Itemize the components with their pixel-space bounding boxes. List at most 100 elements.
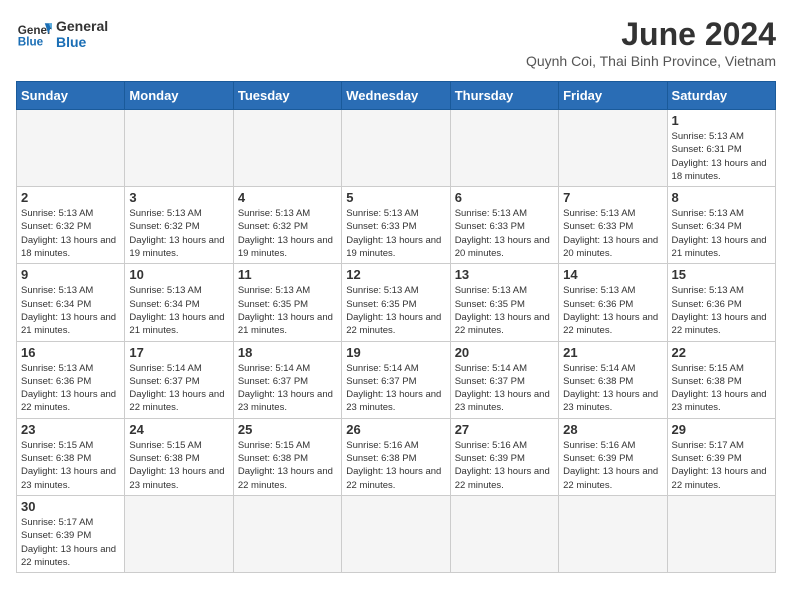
day-cell: 30 Sunrise: 5:17 AM Sunset: 6:39 PM Dayli… [17, 495, 125, 572]
day-cell [342, 495, 450, 572]
day-cell [233, 110, 341, 187]
day-cell [233, 495, 341, 572]
day-cell: 27Sunrise: 5:16 AM Sunset: 6:39 PM Dayli… [450, 418, 558, 495]
day-cell: 17Sunrise: 5:14 AM Sunset: 6:37 PM Dayli… [125, 341, 233, 418]
day-info: Sunrise: 5:13 AM Sunset: 6:32 PM Dayligh… [238, 207, 337, 260]
day-info: Sunrise: 5:13 AM Sunset: 6:36 PM Dayligh… [21, 362, 120, 415]
day-cell: 23 Sunrise: 5:15 AM Sunset: 6:38 PM Dayli… [17, 418, 125, 495]
day-cell: 15Sunrise: 5:13 AM Sunset: 6:36 PM Dayli… [667, 264, 775, 341]
day-cell: 4 Sunrise: 5:13 AM Sunset: 6:32 PM Daylig… [233, 187, 341, 264]
day-number: 14 [563, 267, 662, 282]
day-info: Sunrise: 5:13 AM Sunset: 6:33 PM Dayligh… [455, 207, 554, 260]
week-row-6: 30 Sunrise: 5:17 AM Sunset: 6:39 PM Dayli… [17, 495, 776, 572]
page-header: General Blue General Blue June 2024 Quyn… [16, 16, 776, 69]
day-cell: 2Sunrise: 5:13 AM Sunset: 6:32 PM Daylig… [17, 187, 125, 264]
day-number: 23 [21, 422, 120, 437]
day-cell: 7Sunrise: 5:13 AM Sunset: 6:33 PM Daylig… [559, 187, 667, 264]
day-number: 4 [238, 190, 337, 205]
day-info: Sunrise: 5:13 AM Sunset: 6:34 PM Dayligh… [21, 284, 120, 337]
day-number: 21 [563, 345, 662, 360]
calendar-table: SundayMondayTuesdayWednesdayThursdayFrid… [16, 81, 776, 573]
day-number: 12 [346, 267, 445, 282]
day-number: 18 [238, 345, 337, 360]
day-cell: 24 Sunrise: 5:15 AM Sunset: 6:38 PM Dayli… [125, 418, 233, 495]
weekday-header-monday: Monday [125, 82, 233, 110]
day-number: 30 [21, 499, 120, 514]
day-info: Sunrise: 5:13 AM Sunset: 6:32 PM Dayligh… [21, 207, 120, 260]
day-number: 16 [21, 345, 120, 360]
day-info: Sunrise: 5:13 AM Sunset: 6:32 PM Dayligh… [129, 207, 228, 260]
day-number: 24 [129, 422, 228, 437]
day-cell: 6Sunrise: 5:13 AM Sunset: 6:33 PM Daylig… [450, 187, 558, 264]
day-number: 8 [672, 190, 771, 205]
day-number: 26 [346, 422, 445, 437]
day-cell: 10 Sunrise: 5:13 AM Sunset: 6:34 PM Dayli… [125, 264, 233, 341]
weekday-header-wednesday: Wednesday [342, 82, 450, 110]
logo: General Blue General Blue [16, 16, 108, 52]
day-cell [342, 110, 450, 187]
day-cell: 13Sunrise: 5:13 AM Sunset: 6:35 PM Dayli… [450, 264, 558, 341]
day-number: 29 [672, 422, 771, 437]
title-area: June 2024 Quynh Coi, Thai Binh Province,… [526, 16, 776, 69]
day-cell [450, 110, 558, 187]
day-cell: 18 Sunrise: 5:14 AM Sunset: 6:37 PM Dayli… [233, 341, 341, 418]
day-info: Sunrise: 5:15 AM Sunset: 6:38 PM Dayligh… [238, 439, 337, 492]
day-number: 11 [238, 267, 337, 282]
day-number: 22 [672, 345, 771, 360]
day-number: 5 [346, 190, 445, 205]
week-row-4: 16 Sunrise: 5:13 AM Sunset: 6:36 PM Dayli… [17, 341, 776, 418]
day-number: 19 [346, 345, 445, 360]
day-cell: 21 Sunrise: 5:14 AM Sunset: 6:38 PM Dayli… [559, 341, 667, 418]
week-row-3: 9Sunrise: 5:13 AM Sunset: 6:34 PM Daylig… [17, 264, 776, 341]
day-number: 25 [238, 422, 337, 437]
day-cell [450, 495, 558, 572]
day-cell: 8 Sunrise: 5:13 AM Sunset: 6:34 PM Daylig… [667, 187, 775, 264]
day-info: Sunrise: 5:13 AM Sunset: 6:33 PM Dayligh… [563, 207, 662, 260]
day-cell: 5 Sunrise: 5:13 AM Sunset: 6:33 PM Daylig… [342, 187, 450, 264]
month-year-title: June 2024 [526, 16, 776, 53]
day-cell [559, 110, 667, 187]
day-info: Sunrise: 5:14 AM Sunset: 6:38 PM Dayligh… [563, 362, 662, 415]
day-info: Sunrise: 5:17 AM Sunset: 6:39 PM Dayligh… [21, 516, 120, 569]
day-cell: 1 Sunrise: 5:13 AM Sunset: 6:31 PM Daylig… [667, 110, 775, 187]
day-cell: 9Sunrise: 5:13 AM Sunset: 6:34 PM Daylig… [17, 264, 125, 341]
day-cell: 26 Sunrise: 5:16 AM Sunset: 6:38 PM Dayli… [342, 418, 450, 495]
logo-icon: General Blue [16, 16, 52, 52]
day-info: Sunrise: 5:14 AM Sunset: 6:37 PM Dayligh… [238, 362, 337, 415]
day-number: 1 [672, 113, 771, 128]
day-info: Sunrise: 5:15 AM Sunset: 6:38 PM Dayligh… [129, 439, 228, 492]
week-row-5: 23 Sunrise: 5:15 AM Sunset: 6:38 PM Dayli… [17, 418, 776, 495]
day-cell: 28Sunrise: 5:16 AM Sunset: 6:39 PM Dayli… [559, 418, 667, 495]
day-cell [17, 110, 125, 187]
day-cell [125, 110, 233, 187]
weekday-header-friday: Friday [559, 82, 667, 110]
day-number: 28 [563, 422, 662, 437]
day-info: Sunrise: 5:13 AM Sunset: 6:36 PM Dayligh… [672, 284, 771, 337]
weekday-header-thursday: Thursday [450, 82, 558, 110]
day-info: Sunrise: 5:13 AM Sunset: 6:34 PM Dayligh… [129, 284, 228, 337]
day-info: Sunrise: 5:13 AM Sunset: 6:36 PM Dayligh… [563, 284, 662, 337]
day-number: 3 [129, 190, 228, 205]
day-info: Sunrise: 5:14 AM Sunset: 6:37 PM Dayligh… [346, 362, 445, 415]
weekday-header-row: SundayMondayTuesdayWednesdayThursdayFrid… [17, 82, 776, 110]
day-number: 10 [129, 267, 228, 282]
day-info: Sunrise: 5:13 AM Sunset: 6:35 PM Dayligh… [238, 284, 337, 337]
day-cell: 12Sunrise: 5:13 AM Sunset: 6:35 PM Dayli… [342, 264, 450, 341]
day-info: Sunrise: 5:14 AM Sunset: 6:37 PM Dayligh… [455, 362, 554, 415]
day-cell: 22Sunrise: 5:15 AM Sunset: 6:38 PM Dayli… [667, 341, 775, 418]
location-subtitle: Quynh Coi, Thai Binh Province, Vietnam [526, 53, 776, 69]
day-cell [125, 495, 233, 572]
day-info: Sunrise: 5:13 AM Sunset: 6:31 PM Dayligh… [672, 130, 771, 183]
day-number: 17 [129, 345, 228, 360]
day-info: Sunrise: 5:15 AM Sunset: 6:38 PM Dayligh… [21, 439, 120, 492]
weekday-header-saturday: Saturday [667, 82, 775, 110]
day-number: 13 [455, 267, 554, 282]
day-info: Sunrise: 5:16 AM Sunset: 6:38 PM Dayligh… [346, 439, 445, 492]
day-cell: 20Sunrise: 5:14 AM Sunset: 6:37 PM Dayli… [450, 341, 558, 418]
week-row-2: 2Sunrise: 5:13 AM Sunset: 6:32 PM Daylig… [17, 187, 776, 264]
day-cell: 3 Sunrise: 5:13 AM Sunset: 6:32 PM Daylig… [125, 187, 233, 264]
weekday-header-sunday: Sunday [17, 82, 125, 110]
day-info: Sunrise: 5:13 AM Sunset: 6:34 PM Dayligh… [672, 207, 771, 260]
day-info: Sunrise: 5:13 AM Sunset: 6:33 PM Dayligh… [346, 207, 445, 260]
day-cell: 16 Sunrise: 5:13 AM Sunset: 6:36 PM Dayli… [17, 341, 125, 418]
